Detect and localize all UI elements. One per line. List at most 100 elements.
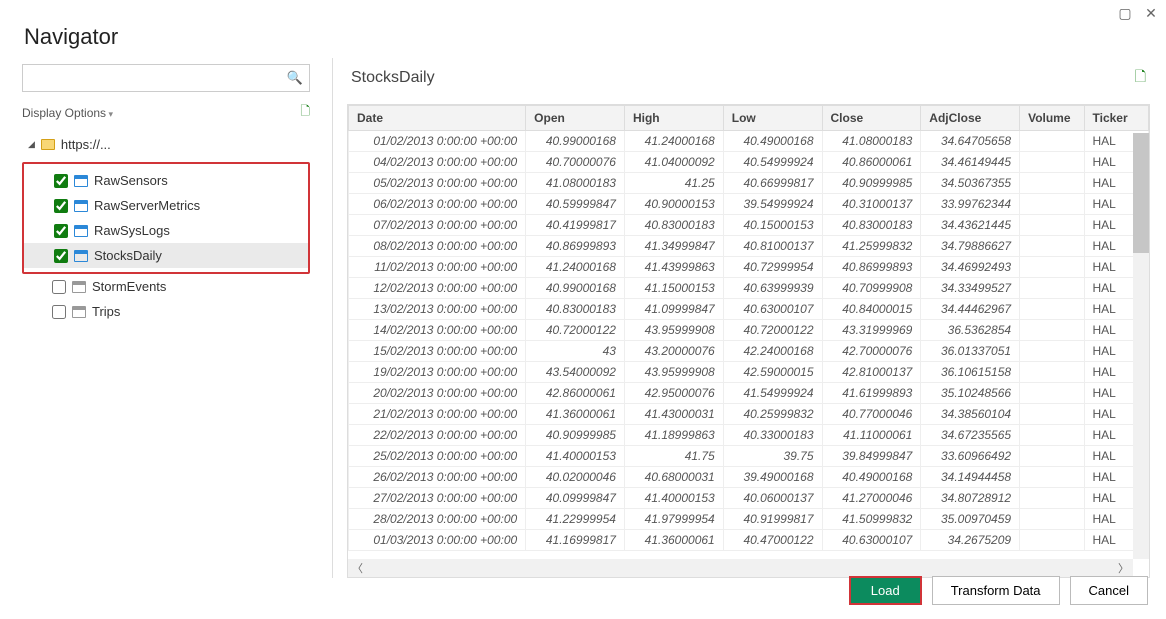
table-row[interactable]: 19/02/2013 0:00:00 +00:0043.5400009243.9… [349,362,1149,383]
checkbox-trips[interactable] [52,305,66,319]
table-cell: 41.11000061 [822,425,921,446]
close-icon[interactable]: ✕ [1144,6,1158,20]
table-cell: 40.49000168 [822,467,921,488]
table-cell: 33.99762344 [921,194,1020,215]
table-cell: 01/02/2013 0:00:00 +00:00 [349,131,526,152]
table-row[interactable]: 01/03/2013 0:00:00 +00:0041.1699981741.3… [349,530,1149,551]
checkbox-stocksdaily[interactable] [54,249,68,263]
column-header[interactable]: Low [723,106,822,131]
table-cell: 26/02/2013 0:00:00 +00:00 [349,467,526,488]
table-row[interactable]: 13/02/2013 0:00:00 +00:0040.8300018341.0… [349,299,1149,320]
table-cell: 40.83000183 [822,215,921,236]
tree-item-trips[interactable]: Trips [22,299,310,324]
table-row[interactable]: 20/02/2013 0:00:00 +00:0042.8600006142.9… [349,383,1149,404]
scroll-left-icon[interactable]: 〈 [352,560,363,576]
table-row[interactable]: 25/02/2013 0:00:00 +00:0041.4000015341.7… [349,446,1149,467]
table-row[interactable]: 06/02/2013 0:00:00 +00:0040.5999984740.9… [349,194,1149,215]
transform-data-button[interactable]: Transform Data [932,576,1060,605]
checkbox-stormevents[interactable] [52,280,66,294]
preview-title: StocksDaily [351,69,435,87]
table-row[interactable]: 14/02/2013 0:00:00 +00:0040.7200012243.9… [349,320,1149,341]
table-cell [1020,446,1084,467]
table-cell: 40.86999893 [822,257,921,278]
table-cell [1020,320,1084,341]
table-row[interactable]: 21/02/2013 0:00:00 +00:0041.3600006141.4… [349,404,1149,425]
scroll-right-icon[interactable]: 〉 [1118,560,1129,576]
tree-item-rawsensors[interactable]: RawSensors [24,168,308,193]
table-cell: 40.99000168 [526,131,625,152]
column-header[interactable]: Close [822,106,921,131]
tree-item-rawservermetrics[interactable]: RawServerMetrics [24,193,308,218]
column-header[interactable]: High [624,106,723,131]
table-icon [72,306,86,318]
display-options-dropdown[interactable]: Display Options [22,106,113,120]
column-header[interactable]: Volume [1020,106,1084,131]
table-cell: 40.49000168 [723,131,822,152]
table-cell: 07/02/2013 0:00:00 +00:00 [349,215,526,236]
table-cell: 40.72000122 [526,320,625,341]
column-header[interactable]: Ticker [1084,106,1149,131]
checkbox-rawsensors[interactable] [54,174,68,188]
refresh-tree-icon[interactable]: 🗋 [300,102,310,123]
page-title: Navigator [0,0,1166,58]
table-cell: 40.70999908 [822,278,921,299]
table-cell: 41.09999847 [624,299,723,320]
table-row[interactable]: 28/02/2013 0:00:00 +00:0041.2299995441.9… [349,509,1149,530]
vertical-divider [332,58,333,578]
checkbox-rawservermetrics[interactable] [54,199,68,213]
table-row[interactable]: 05/02/2013 0:00:00 +00:0041.0800018341.2… [349,173,1149,194]
table-cell: 41.24000168 [624,131,723,152]
table-cell: 41.97999954 [624,509,723,530]
table-cell: 36.01337051 [921,341,1020,362]
checkbox-rawsyslogs[interactable] [54,224,68,238]
scrollbar-thumb[interactable] [1133,133,1149,253]
table-cell: 34.44462967 [921,299,1020,320]
refresh-preview-icon[interactable]: 🗋 [1135,66,1146,90]
table-row[interactable]: 01/02/2013 0:00:00 +00:0040.9900016841.2… [349,131,1149,152]
table-row[interactable]: 15/02/2013 0:00:00 +00:004343.2000007642… [349,341,1149,362]
tree-root[interactable]: ◢ https://... [22,133,310,156]
horizontal-scrollbar[interactable]: 〈 〉 [348,559,1133,577]
table-cell: 41.08000183 [822,131,921,152]
table-cell: 40.90999985 [822,173,921,194]
table-icon [74,225,88,237]
table-cell: 34.79886627 [921,236,1020,257]
table-row[interactable]: 12/02/2013 0:00:00 +00:0040.9900016841.1… [349,278,1149,299]
tree-item-stormevents[interactable]: StormEvents [22,274,310,299]
column-header[interactable]: Open [526,106,625,131]
column-header[interactable]: Date [349,106,526,131]
table-cell [1020,152,1084,173]
table-row[interactable]: 11/02/2013 0:00:00 +00:0041.2400016841.4… [349,257,1149,278]
load-button[interactable]: Load [849,576,922,605]
table-cell: 39.84999847 [822,446,921,467]
table-cell: 40.81000137 [723,236,822,257]
collapse-arrow-icon[interactable]: ◢ [28,139,35,150]
table-cell: 11/02/2013 0:00:00 +00:00 [349,257,526,278]
table-cell: 43.20000076 [624,341,723,362]
table-row[interactable]: 08/02/2013 0:00:00 +00:0040.8699989341.3… [349,236,1149,257]
table-cell: 34.46149445 [921,152,1020,173]
tree-item-rawsyslogs[interactable]: RawSysLogs [24,218,308,243]
tree-item-stocksdaily[interactable]: StocksDaily [24,243,308,268]
table-cell: 34.2675209 [921,530,1020,551]
table-cell: 41.04000092 [624,152,723,173]
search-input-wrapper[interactable]: 🔍 [22,64,310,92]
table-row[interactable]: 26/02/2013 0:00:00 +00:0040.0200004640.6… [349,467,1149,488]
search-input[interactable] [29,71,287,86]
table-row[interactable]: 04/02/2013 0:00:00 +00:0040.7000007641.0… [349,152,1149,173]
search-icon: 🔍 [287,70,303,86]
table-cell: 43 [526,341,625,362]
maximize-icon[interactable]: ▢ [1118,6,1132,20]
table-row[interactable]: 27/02/2013 0:00:00 +00:0040.0999984741.4… [349,488,1149,509]
table-cell: 34.67235565 [921,425,1020,446]
table-cell [1020,467,1084,488]
table-cell: 40.59999847 [526,194,625,215]
table-cell: 40.02000046 [526,467,625,488]
vertical-scrollbar[interactable] [1133,133,1149,559]
table-row[interactable]: 22/02/2013 0:00:00 +00:0040.9099998541.1… [349,425,1149,446]
table-row[interactable]: 07/02/2013 0:00:00 +00:0040.4199981740.8… [349,215,1149,236]
table-cell: 35.10248566 [921,383,1020,404]
table-cell: 40.47000122 [723,530,822,551]
column-header[interactable]: AdjClose [921,106,1020,131]
cancel-button[interactable]: Cancel [1070,576,1148,605]
